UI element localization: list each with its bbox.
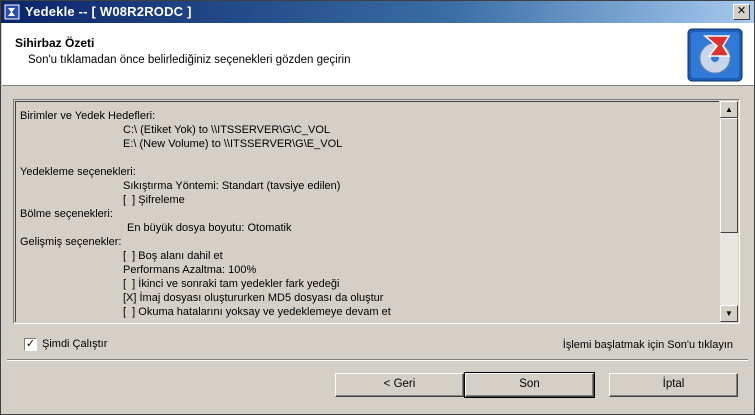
- summary-line: Bölme seçenekleri:: [20, 208, 113, 220]
- app-icon: [4, 4, 20, 20]
- divider: [7, 359, 748, 361]
- summary-text: Birimler ve Yedek Hedefleri: C:\ (Etiket…: [15, 101, 719, 322]
- finish-hint: İşlemi başlatmak için Son'u tıklayın: [562, 339, 733, 351]
- summary-line: Yedekleme seçenekleri:: [20, 166, 136, 178]
- back-button[interactable]: < Geri: [335, 373, 464, 397]
- close-icon: ✕: [736, 5, 747, 17]
- checkmark-icon: ✓: [25, 338, 36, 350]
- summary-line: [ ] İkinci ve sonraki tam yedekler fark …: [123, 278, 340, 290]
- arrow-up-icon: ▲: [725, 105, 733, 114]
- page-title: Sihirbaz Özeti: [15, 36, 95, 50]
- title-bar[interactable]: Yedekle -- [ W08R2RODC ] ✕: [1, 1, 754, 23]
- scroll-up-button[interactable]: ▲: [720, 101, 738, 118]
- summary-line: [ ] Okuma hatalarını yoksay ve yedekleme…: [123, 306, 391, 318]
- cancel-button[interactable]: İptal: [609, 373, 738, 397]
- run-now-label[interactable]: Şimdi Çalıştır: [42, 338, 107, 350]
- summary-line: [ ] Boş alanı dahil et: [123, 250, 223, 262]
- summary-line: Sıkıştırma Yöntemi: Standart (tavsiye ed…: [123, 180, 341, 192]
- summary-box[interactable]: Birimler ve Yedek Hedefleri: C:\ (Etiket…: [13, 99, 740, 324]
- wizard-window: Yedekle -- [ W08R2RODC ] ✕ Sihirbaz Özet…: [0, 0, 755, 415]
- summary-line: C:\ (Etiket Yok) to \\ITSSERVER\G\C_VOL: [123, 124, 331, 136]
- scroll-thumb[interactable]: [720, 118, 738, 233]
- arrow-down-icon: ▼: [725, 309, 733, 318]
- window-title: Yedekle -- [ W08R2RODC ]: [25, 4, 192, 19]
- run-now-checkbox[interactable]: ✓: [24, 338, 37, 351]
- summary-line: [ ] Şifreleme: [123, 194, 185, 206]
- summary-line: E:\ (New Volume) to \\ITSSERVER\G\E_VOL: [123, 138, 343, 150]
- summary-line: [X] İmaj dosyası oluştururken MD5 dosyas…: [123, 292, 384, 304]
- summary-line: En büyük dosya boyutu: Otomatik: [127, 222, 292, 234]
- vertical-scrollbar[interactable]: ▲ ▼: [720, 101, 738, 322]
- page-subtitle: Son'u tıklamadan önce belirlediğiniz seç…: [28, 54, 351, 66]
- summary-line: Performans Azaltma: 100%: [123, 264, 257, 276]
- wizard-header: Sihirbaz Özeti Son'u tıklamadan önce bel…: [2, 23, 754, 86]
- summary-line: Birimler ve Yedek Hedefleri:: [20, 110, 156, 122]
- scroll-down-button[interactable]: ▼: [720, 305, 738, 322]
- summary-line: Gelişmiş seçenekler:: [20, 236, 122, 248]
- backup-logo-icon: [687, 28, 743, 82]
- close-button[interactable]: ✕: [733, 4, 750, 20]
- finish-button[interactable]: Son: [464, 372, 595, 398]
